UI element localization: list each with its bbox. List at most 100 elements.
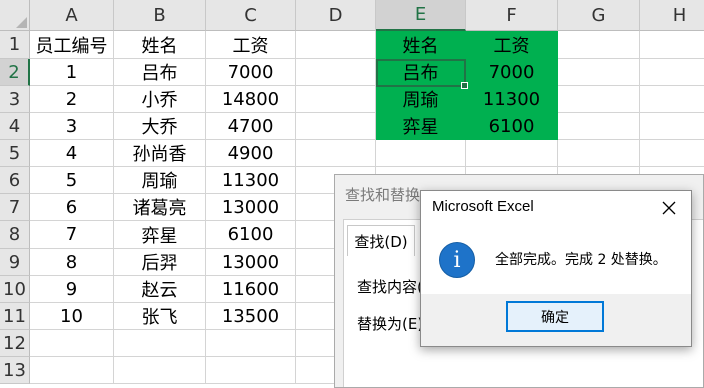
cell-e4[interactable]: 弈星 <box>376 113 466 140</box>
column-header-g[interactable]: G <box>558 0 640 31</box>
tab-find-label: 查找(D) <box>354 232 408 251</box>
cell-d1[interactable] <box>296 31 376 59</box>
cell-b5[interactable]: 孙尚香 <box>114 140 206 167</box>
cell-c6[interactable]: 11300 <box>206 167 296 194</box>
cell-c5[interactable]: 4900 <box>206 140 296 167</box>
row-header-8[interactable]: 8 <box>0 221 30 249</box>
cell-c2[interactable]: 7000 <box>206 59 296 86</box>
cell-b8[interactable]: 弈星 <box>114 221 206 249</box>
cell-b6[interactable]: 周瑜 <box>114 167 206 194</box>
ok-button-label: 确定 <box>541 309 569 326</box>
row-header-13[interactable]: 13 <box>0 357 30 384</box>
cell-b12[interactable] <box>114 330 206 357</box>
cell-f5[interactable] <box>466 140 558 167</box>
cell-c9[interactable]: 13000 <box>206 249 296 276</box>
cell-b4[interactable]: 大乔 <box>114 113 206 140</box>
cell-b13[interactable] <box>114 357 206 384</box>
row-header-11[interactable]: 11 <box>0 303 30 330</box>
cell-c11[interactable]: 13500 <box>206 303 296 330</box>
find-replace-title: 查找和替换 <box>345 186 421 204</box>
row-header-4[interactable]: 4 <box>0 113 30 140</box>
cell-a3[interactable]: 2 <box>30 86 114 113</box>
column-header-e[interactable]: E <box>376 0 466 31</box>
cell-g5[interactable] <box>558 140 640 167</box>
cell-a7[interactable]: 6 <box>30 194 114 221</box>
cell-h4[interactable] <box>640 113 704 140</box>
cell-c1[interactable]: 工资 <box>206 31 296 59</box>
cell-c3[interactable]: 14800 <box>206 86 296 113</box>
column-header-f[interactable]: F <box>466 0 558 31</box>
cell-b1[interactable]: 姓名 <box>114 31 206 59</box>
cell-b10[interactable]: 赵云 <box>114 276 206 303</box>
column-header-c[interactable]: C <box>206 0 296 31</box>
cell-f1[interactable]: 工资 <box>466 31 558 59</box>
cell-a1[interactable]: 员工编号 <box>30 31 114 59</box>
replace-with-label: 替换为(E): <box>357 315 429 333</box>
close-button[interactable] <box>647 191 691 224</box>
column-header-h[interactable]: H <box>640 0 704 31</box>
cell-g2[interactable] <box>558 59 640 86</box>
tab-find[interactable]: 查找(D) <box>347 225 415 256</box>
column-header-a[interactable]: A <box>30 0 114 31</box>
cell-g4[interactable] <box>558 113 640 140</box>
message-box-title: Microsoft Excel <box>432 198 534 215</box>
cell-a5[interactable]: 4 <box>30 140 114 167</box>
cell-a4[interactable]: 3 <box>30 113 114 140</box>
cell-a9[interactable]: 8 <box>30 249 114 276</box>
excel-message-box: Microsoft Excel i 全部完成。完成 2 处替换。 确定 <box>420 190 692 347</box>
row-header-10[interactable]: 10 <box>0 276 30 303</box>
active-cell-selection[interactable] <box>376 59 468 89</box>
cell-b2[interactable]: 吕布 <box>114 59 206 86</box>
cell-a2[interactable]: 1 <box>30 59 114 86</box>
cell-f2[interactable]: 7000 <box>466 59 558 86</box>
cell-a12[interactable] <box>30 330 114 357</box>
cell-g1[interactable] <box>558 31 640 59</box>
cell-b7[interactable]: 诸葛亮 <box>114 194 206 221</box>
cell-d2[interactable] <box>296 59 376 86</box>
info-icon: i <box>439 242 475 278</box>
cell-a10[interactable]: 9 <box>30 276 114 303</box>
row-header-3[interactable]: 3 <box>0 86 30 113</box>
cell-b3[interactable]: 小乔 <box>114 86 206 113</box>
row-header-2[interactable]: 2 <box>0 59 30 86</box>
row-header-9[interactable]: 9 <box>0 249 30 276</box>
cell-b9[interactable]: 后羿 <box>114 249 206 276</box>
cell-d3[interactable] <box>296 86 376 113</box>
cell-g3[interactable] <box>558 86 640 113</box>
column-header-b[interactable]: B <box>114 0 206 31</box>
select-all-corner[interactable] <box>0 0 30 31</box>
close-icon <box>662 201 676 214</box>
cell-c13[interactable] <box>206 357 296 384</box>
cell-h2[interactable] <box>640 59 704 86</box>
message-box-titlebar[interactable]: Microsoft Excel <box>421 191 691 224</box>
cell-c4[interactable]: 4700 <box>206 113 296 140</box>
cell-a8[interactable]: 7 <box>30 221 114 249</box>
message-box-body: i 全部完成。完成 2 处替换。 <box>421 224 691 294</box>
cell-e3[interactable]: 周瑜 <box>376 86 466 113</box>
cell-c8[interactable]: 6100 <box>206 221 296 249</box>
cell-f3[interactable]: 11300 <box>466 86 558 113</box>
cell-f4[interactable]: 6100 <box>466 113 558 140</box>
cell-h5[interactable] <box>640 140 704 167</box>
cell-d4[interactable] <box>296 113 376 140</box>
message-text: 全部完成。完成 2 处替换。 <box>495 252 667 268</box>
cell-c7[interactable]: 13000 <box>206 194 296 221</box>
row-header-5[interactable]: 5 <box>0 140 30 167</box>
cell-a11[interactable]: 10 <box>30 303 114 330</box>
column-header-d[interactable]: D <box>296 0 376 31</box>
cell-c10[interactable]: 11600 <box>206 276 296 303</box>
cell-a6[interactable]: 5 <box>30 167 114 194</box>
cell-h3[interactable] <box>640 86 704 113</box>
cell-b11[interactable]: 张飞 <box>114 303 206 330</box>
cell-d5[interactable] <box>296 140 376 167</box>
row-header-6[interactable]: 6 <box>0 167 30 194</box>
row-header-12[interactable]: 12 <box>0 330 30 357</box>
row-header-7[interactable]: 7 <box>0 194 30 221</box>
ok-button[interactable]: 确定 <box>506 301 604 332</box>
cell-c12[interactable] <box>206 330 296 357</box>
row-header-1[interactable]: 1 <box>0 31 30 59</box>
cell-e1[interactable]: 姓名 <box>376 31 466 59</box>
cell-h1[interactable] <box>640 31 704 59</box>
cell-a13[interactable] <box>30 357 114 384</box>
cell-e5[interactable] <box>376 140 466 167</box>
